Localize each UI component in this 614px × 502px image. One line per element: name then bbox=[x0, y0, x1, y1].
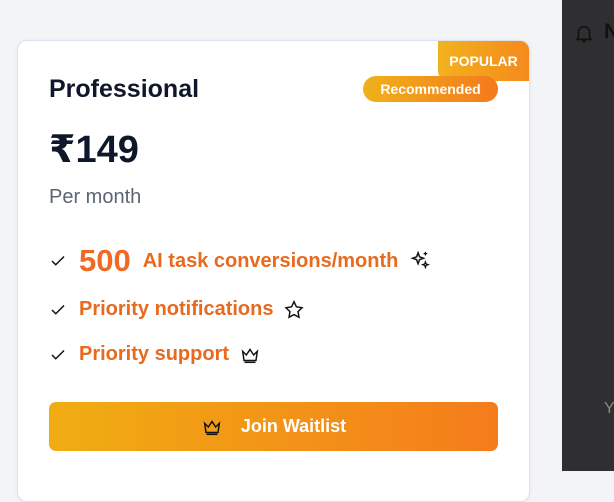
star-icon bbox=[284, 299, 305, 319]
feature-item-notifications: Priority notifications bbox=[49, 298, 305, 321]
recommended-badge: Recommended bbox=[363, 76, 498, 102]
side-panel-title-fragment: N bbox=[604, 20, 614, 43]
check-icon bbox=[51, 304, 65, 315]
sparkles-icon bbox=[410, 250, 431, 270]
bell-icon[interactable] bbox=[573, 22, 595, 44]
popular-badge: POPULAR bbox=[438, 41, 529, 81]
feature-item-support: Priority support bbox=[49, 343, 261, 366]
plan-price: ₹149 bbox=[49, 129, 139, 171]
feature-text: Priority notifications bbox=[79, 298, 274, 320]
side-panel-text-fragment: Y bbox=[604, 400, 614, 417]
crown-icon bbox=[241, 347, 259, 363]
feature-item-ai-tasks: 500 AI task conversions/month bbox=[49, 243, 431, 279]
price-period: Per month bbox=[49, 186, 142, 208]
pricing-card-professional: POPULAR Professional Recommended ₹149 Pe… bbox=[17, 40, 530, 502]
plan-title: Professional bbox=[49, 75, 200, 103]
join-waitlist-label: Join Waitlist bbox=[240, 416, 347, 436]
feature-text: Priority support bbox=[79, 343, 230, 365]
feature-text: AI task conversions/month bbox=[142, 249, 399, 272]
check-icon bbox=[51, 349, 65, 360]
crown-icon bbox=[203, 419, 221, 435]
join-waitlist-button[interactable]: Join Waitlist bbox=[49, 402, 498, 451]
feature-number: 500 bbox=[79, 243, 131, 278]
check-icon bbox=[51, 255, 65, 266]
